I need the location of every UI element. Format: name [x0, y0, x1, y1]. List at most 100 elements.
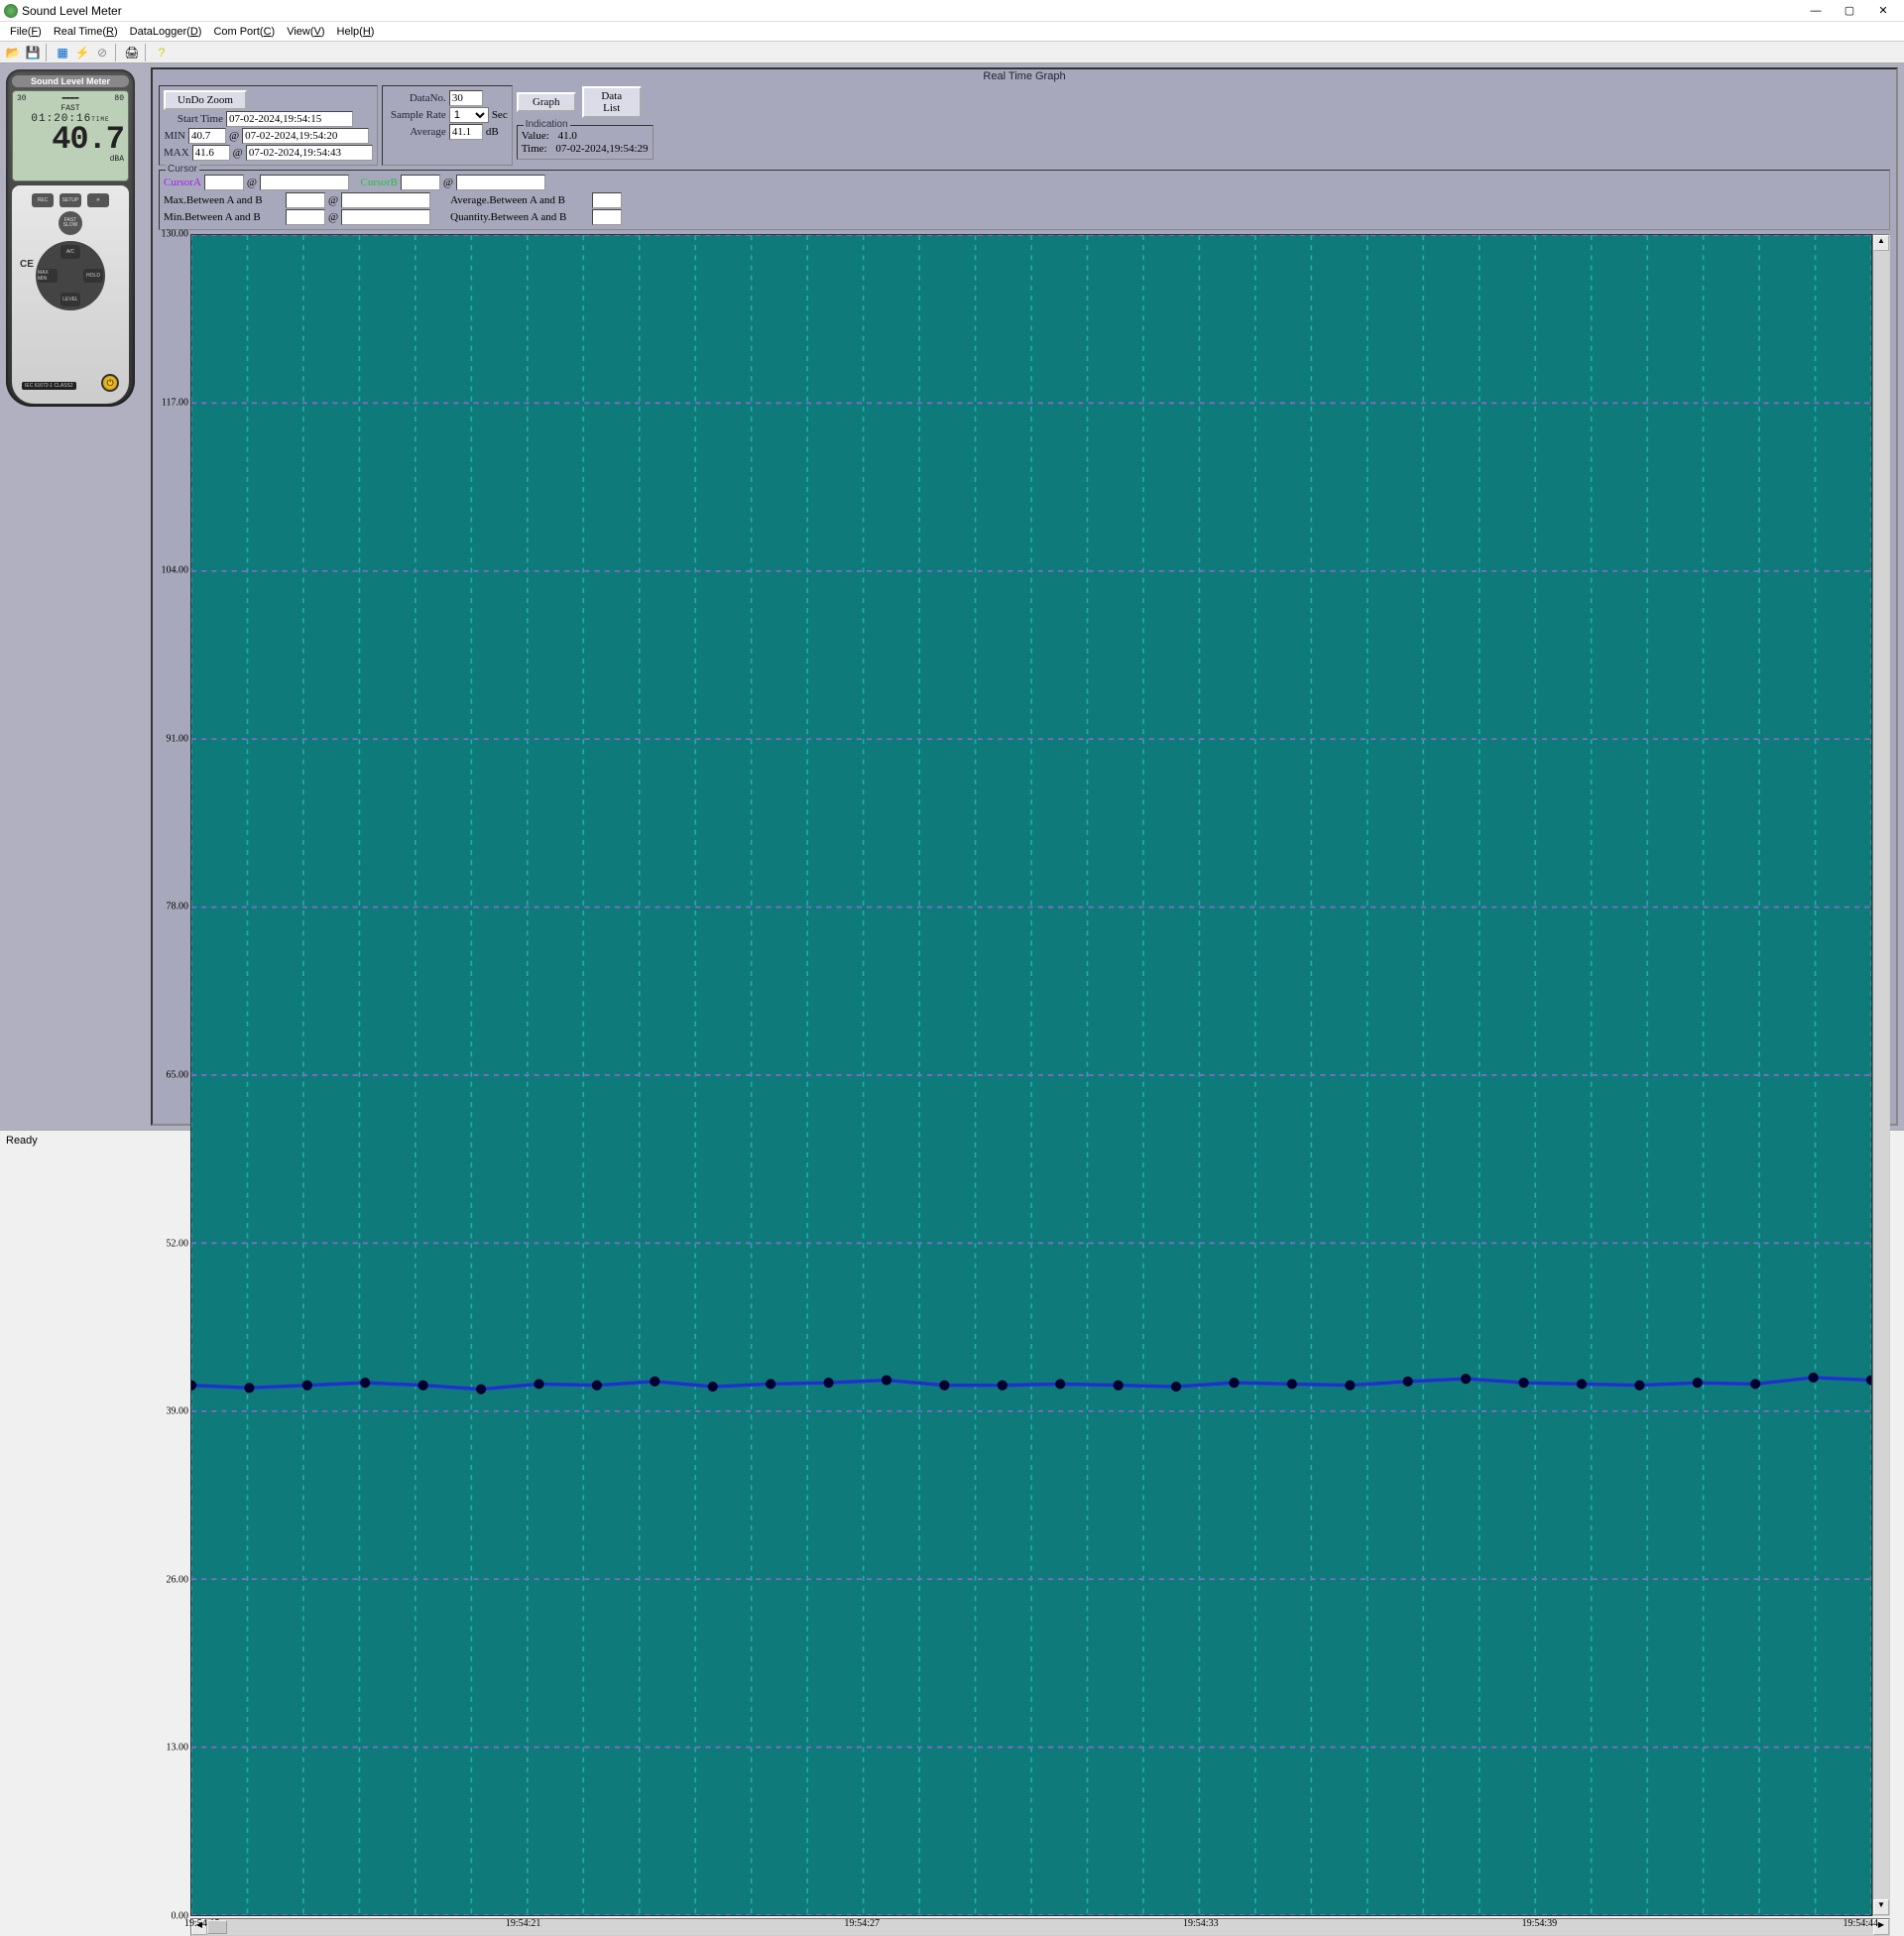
scroll-up-icon[interactable]: ▲ — [1873, 235, 1889, 251]
flash-icon[interactable]: ⚡ — [73, 44, 91, 61]
max-time-field[interactable] — [246, 145, 373, 161]
min-value-field[interactable] — [188, 128, 226, 144]
ce-mark: CE — [20, 259, 34, 270]
data-group: DataNo. Sample Rate 1 Sec Average dB — [382, 85, 513, 166]
graph-button[interactable]: Graph — [517, 92, 576, 112]
plot-area[interactable] — [190, 234, 1872, 1916]
at-label: @ — [328, 211, 338, 223]
device-hold-button[interactable]: HOLD — [83, 269, 103, 283]
at-label: @ — [233, 147, 243, 159]
average-label: Average — [387, 126, 446, 138]
cursor-group: Cursor CursorA @ CursorB @ Max.Between A… — [159, 170, 1890, 230]
help-icon[interactable]: ? — [153, 44, 171, 61]
min-time-field[interactable] — [242, 128, 369, 144]
y-tick: 13.00 — [167, 1743, 189, 1754]
chart-area: 130.00117.00104.0091.0078.0065.0052.0039… — [159, 234, 1890, 1916]
cursor-b-time[interactable] — [456, 175, 545, 190]
horizontal-scrollbar[interactable]: ◀ ▶ — [190, 1918, 1890, 1936]
device-rec-button[interactable]: REC — [32, 193, 54, 207]
device-setup-button[interactable]: SETUP — [60, 193, 81, 207]
lcd-reading: 40.7 — [17, 125, 124, 155]
open-icon[interactable]: 📂 — [4, 44, 22, 61]
undo-zoom-button[interactable]: UnDo Zoom — [164, 90, 247, 110]
value-label: Value: — [522, 130, 549, 142]
cursor-b-value[interactable] — [401, 175, 440, 190]
menu-datalogger[interactable]: DataLogger(D) — [124, 24, 208, 40]
y-tick: 104.00 — [162, 565, 189, 576]
y-tick: 52.00 — [167, 1238, 189, 1249]
titlebar: Sound Level Meter — ▢ ✕ — [0, 0, 1904, 22]
menu-file[interactable]: File(F) — [4, 24, 48, 40]
average-field[interactable] — [449, 124, 483, 140]
vertical-scrollbar[interactable]: ▲ ▼ — [1872, 234, 1890, 1916]
cursor-a-time[interactable] — [260, 175, 349, 190]
max-value-field[interactable] — [192, 145, 230, 161]
print-icon[interactable]: 🖨 — [123, 44, 141, 61]
y-tick: 117.00 — [162, 397, 188, 408]
device-body: REC SETUP ☀ FAST SLOW CE A/C MAX MIN HOL… — [12, 185, 129, 404]
at-label: @ — [247, 177, 257, 188]
min-label: MIN — [164, 130, 185, 142]
device-brand: Sound Level Meter — [12, 75, 129, 87]
indication-group: Indication Value: 41.0 Time: 07-02-2024,… — [517, 125, 654, 160]
menubar: File(F) Real Time(R) DataLogger(D) Com P… — [0, 22, 1904, 42]
max-label: MAX — [164, 147, 189, 159]
device-light-button[interactable]: ☀ — [87, 193, 109, 207]
datano-label: DataNo. — [387, 92, 446, 104]
menu-realtime[interactable]: Real Time(R) — [48, 24, 124, 40]
avg-ab-value[interactable] — [592, 192, 622, 208]
menu-help[interactable]: Help(H) — [331, 24, 381, 40]
datalist-button[interactable]: Data List — [582, 86, 642, 118]
device-power-button[interactable]: ⏻ — [101, 374, 119, 392]
cursor-a-label: CursorA — [164, 177, 201, 188]
y-axis: 130.00117.00104.0091.0078.0065.0052.0039… — [159, 234, 190, 1916]
line-chart — [191, 235, 1871, 1915]
device-dpad: A/C MAX MIN HOLD LEVEL — [36, 241, 105, 310]
y-tick: 39.00 — [167, 1406, 189, 1417]
at-label: @ — [443, 177, 453, 188]
device-fastslow-button[interactable]: FAST SLOW — [59, 211, 82, 235]
y-tick: 130.00 — [162, 229, 189, 240]
at-label: @ — [328, 194, 338, 206]
device-ac-button[interactable]: A/C — [60, 245, 80, 259]
start-time-field[interactable] — [226, 111, 353, 127]
maximize-button[interactable]: ▢ — [1833, 0, 1866, 22]
min-ab-time[interactable] — [341, 209, 430, 225]
control-panel: UnDo Zoom Start Time MIN @ MAX @ — [153, 83, 1896, 168]
close-button[interactable]: ✕ — [1866, 0, 1900, 22]
menu-view[interactable]: View(V) — [281, 24, 330, 40]
y-tick: 26.00 — [167, 1574, 189, 1585]
minimize-button[interactable]: — — [1799, 0, 1833, 22]
device-maxmin-button[interactable]: MAX MIN — [38, 269, 58, 283]
stop-icon[interactable]: ⊘ — [93, 44, 111, 61]
device-lcd: 30▬▬▬▬80 FAST 01:20:16TIME 40.7 dBA — [12, 90, 129, 182]
main-area: Sound Level Meter 30▬▬▬▬80 FAST 01:20:16… — [0, 63, 1904, 1130]
samplerate-unit: Sec — [492, 109, 508, 121]
menu-comport[interactable]: Com Port(C) — [207, 24, 281, 40]
scroll-down-icon[interactable]: ▼ — [1873, 1899, 1889, 1915]
scrollbar-thumb[interactable] — [207, 1920, 227, 1934]
min-ab-value[interactable] — [286, 209, 325, 225]
separator — [115, 44, 119, 61]
start-time-label: Start Time — [164, 113, 223, 125]
graph-frame: Real Time Graph UnDo Zoom Start Time MIN… — [151, 67, 1898, 1126]
save-icon[interactable]: 💾 — [24, 44, 42, 61]
device-level-button[interactable]: LEVEL — [60, 293, 80, 306]
cursor-b-label: CursorB — [361, 177, 398, 188]
scrollbar-track[interactable] — [207, 1920, 1873, 1934]
indication-time: 07-02-2024,19:54:29 — [555, 143, 648, 155]
cursor-a-value[interactable] — [204, 175, 244, 190]
qty-ab-value[interactable] — [592, 209, 622, 225]
max-ab-value[interactable] — [286, 192, 325, 208]
y-tick: 78.00 — [167, 902, 189, 912]
indication-value: 41.0 — [558, 130, 577, 142]
calendar-icon[interactable]: ▦ — [54, 44, 71, 61]
min-ab-label: Min.Between A and B — [164, 211, 283, 223]
samplerate-select[interactable]: 1 — [449, 107, 489, 123]
window-title: Sound Level Meter — [22, 4, 1799, 18]
qty-ab-label: Quantity.Between A and B — [450, 211, 589, 223]
max-ab-time[interactable] — [341, 192, 430, 208]
toolbar: 📂 💾 ▦ ⚡ ⊘ 🖨 ? — [0, 42, 1904, 63]
lcd-mode: FAST — [17, 104, 124, 113]
datano-field[interactable] — [449, 90, 483, 106]
